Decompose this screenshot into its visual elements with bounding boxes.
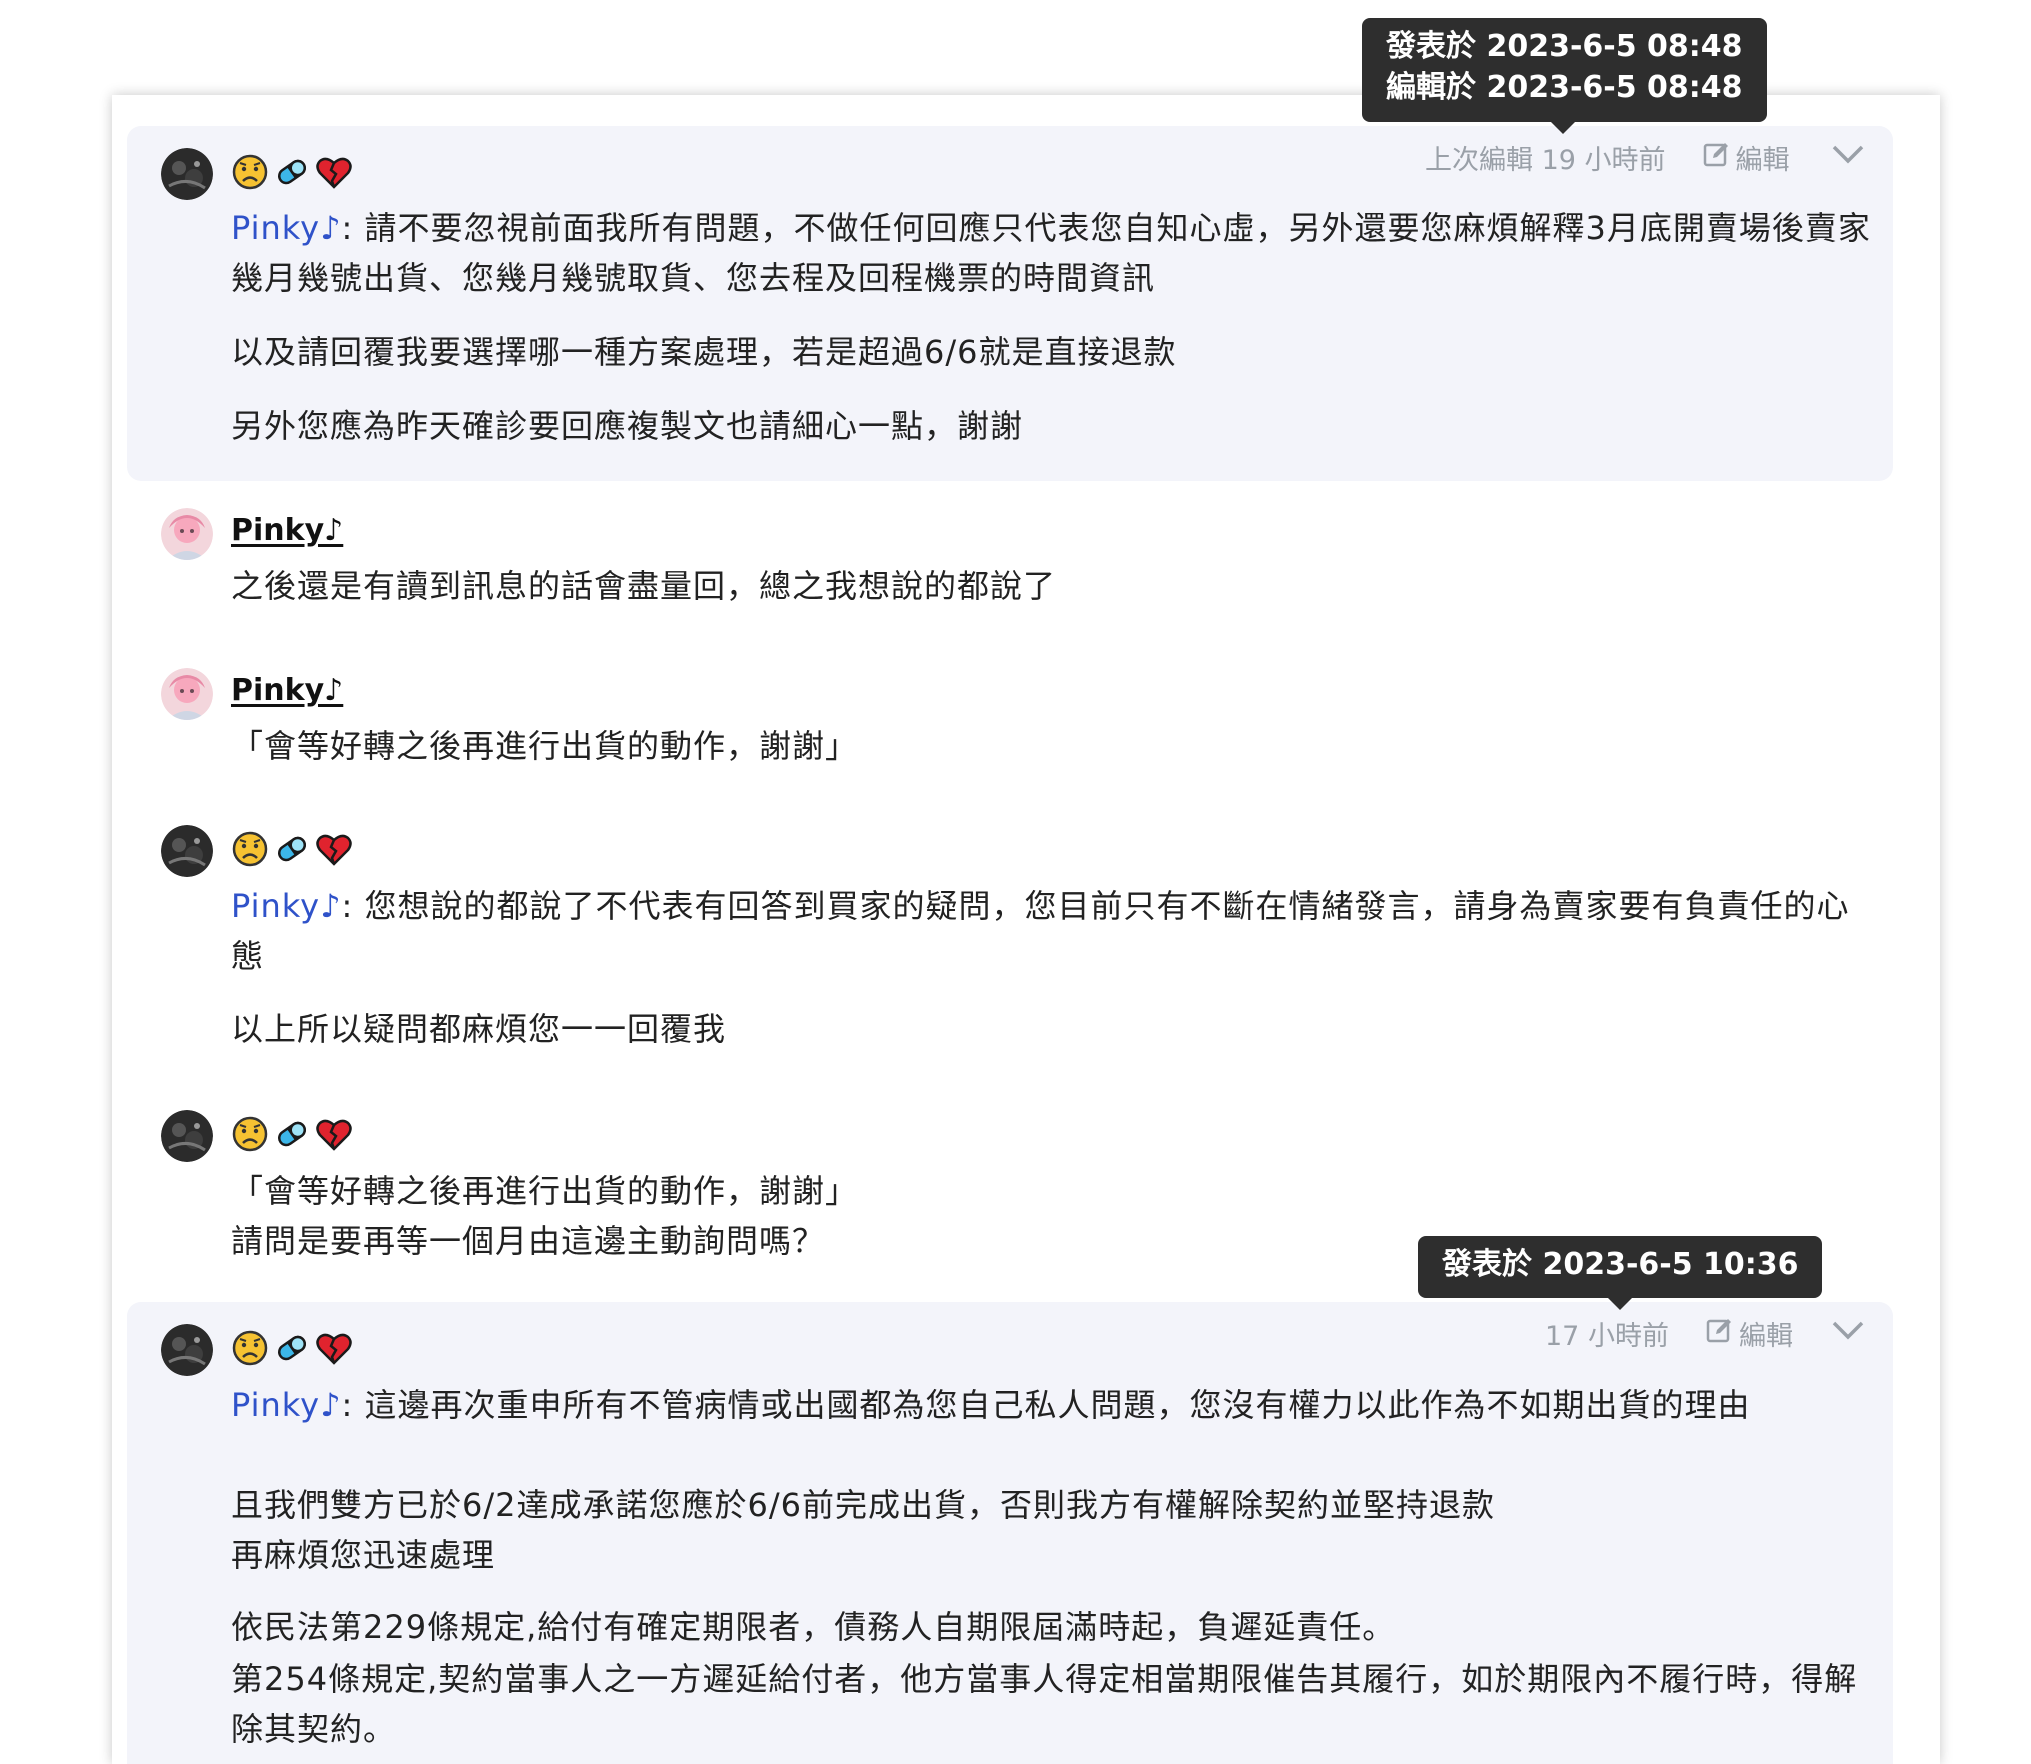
comment-meta: 上次編輯 19 小時前 編輯	[1425, 138, 1790, 177]
comment-paragraph: 另外您應為昨天確診要回應複製文也請細心一點，謝謝	[231, 407, 1024, 445]
tooltip-arrow	[1608, 1298, 1632, 1310]
sad-face-icon	[231, 1329, 269, 1367]
username-link[interactable]: Pinky♪	[231, 513, 343, 548]
comment-paragraph: 以及請回覆我要選擇哪一種方案處理，若是超過6/6就是直接退款	[231, 333, 1177, 371]
emoji-row	[231, 1114, 353, 1154]
avatar[interactable]	[161, 825, 213, 877]
sad-face-icon	[231, 830, 269, 868]
comment-paragraph: 且我們雙方已於6/2達成承諾您應於6/6前完成出貨，否則我方有權解除契約並堅持退…	[231, 1486, 1496, 1524]
mention-link[interactable]: Pinky♪	[231, 887, 342, 925]
avatar[interactable]	[161, 668, 213, 720]
tooltip-arrow	[1551, 122, 1575, 134]
timestamp-tooltip: 發表於 2023-6-5 10:36	[1418, 1236, 1822, 1310]
emoji-row	[231, 829, 353, 869]
tooltip-posted: 發表於 2023-6-5 08:48	[1386, 29, 1743, 64]
edit-button[interactable]: 編輯	[1702, 138, 1790, 177]
username-link[interactable]: Pinky♪	[231, 673, 343, 708]
comment-2: Pinky♪ 之後還是有讀到訊息的話會盡量回，總之我想說的都說了	[127, 490, 1893, 620]
pill-icon	[273, 1115, 311, 1153]
page: 上次編輯 19 小時前 編輯 Pinky♪: 請不要忽視前面我所有問題，不做任何…	[0, 0, 2031, 1764]
timestamp-tooltip: 發表於 2023-6-5 08:48 編輯於 2023-6-5 08:48	[1362, 18, 1767, 134]
sad-face-icon	[231, 153, 269, 191]
avatar[interactable]	[161, 1324, 213, 1376]
broken-heart-icon	[315, 1329, 353, 1367]
comment-paragraph: 之後還是有讀到訊息的話會盡量回，總之我想說的都說了	[231, 567, 1057, 605]
comment-paragraph: 以上所以疑問都麻煩您一一回覆我	[231, 1010, 727, 1048]
edit-label: 編輯	[1738, 1321, 1793, 1352]
timestamp[interactable]: 上次編輯 19 小時前	[1425, 138, 1666, 177]
pill-icon	[273, 153, 311, 191]
emoji-row	[231, 1328, 353, 1368]
comment-4: Pinky♪: 您想說的都說了不代表有回答到買家的疑問，您目前只有不斷在情緒發言…	[127, 815, 1893, 1065]
pill-icon	[273, 830, 311, 868]
avatar[interactable]	[161, 148, 213, 200]
edit-button[interactable]: 編輯	[1705, 1314, 1793, 1353]
comment-3: Pinky♪ 「會等好轉之後再進行出貨的動作，謝謝」	[127, 650, 1893, 780]
comment-paragraph: 依民法第229條規定,給付有確定期限者，債務人自期限屆滿時起，負遲延責任。	[231, 1608, 1396, 1646]
comment-meta: 17 小時前 編輯	[1545, 1314, 1793, 1353]
broken-heart-icon	[315, 830, 353, 868]
comment-paragraph: Pinky♪: 這邊再次重申所有不管病情或出國都為您自己私人問題，您沒有權力以此…	[231, 1386, 1751, 1424]
edit-icon	[1705, 1316, 1733, 1351]
comment-paragraph: Pinky♪: 您想說的都說了不代表有回答到買家的疑問，您目前只有不斷在情緒發言…	[231, 887, 1850, 975]
tooltip-edited: 編輯於 2023-6-5 08:48	[1386, 70, 1743, 105]
sad-face-icon	[231, 1115, 269, 1153]
broken-heart-icon	[315, 153, 353, 191]
comment-1: 上次編輯 19 小時前 編輯 Pinky♪: 請不要忽視前面我所有問題，不做任何…	[127, 126, 1893, 481]
comment-paragraph: 「會等好轉之後再進行出貨的動作，謝謝」	[231, 1172, 859, 1210]
broken-heart-icon	[315, 1115, 353, 1153]
mention-link[interactable]: Pinky♪	[231, 1386, 342, 1424]
mention-link[interactable]: Pinky♪	[231, 209, 342, 247]
chevron-down-icon[interactable]	[1831, 1318, 1865, 1342]
comment-paragraph: 「會等好轉之後再進行出貨的動作，謝謝」	[231, 727, 859, 765]
chevron-down-icon[interactable]	[1831, 142, 1865, 166]
comment-paragraph: Pinky♪: 請不要忽視前面我所有問題，不做任何回應只代表您自知心虛，另外還要…	[231, 209, 1871, 297]
timestamp[interactable]: 17 小時前	[1545, 1314, 1669, 1353]
comment-paragraph: 再麻煩您迅速處理	[231, 1536, 496, 1574]
emoji-row	[231, 152, 353, 192]
comment-6: 17 小時前 編輯 Pinky♪: 這邊再次重申所有不管病情或出國都為您自己私人…	[127, 1302, 1893, 1764]
tooltip-posted: 發表於 2023-6-5 10:36	[1442, 1247, 1799, 1282]
avatar[interactable]	[161, 1110, 213, 1162]
avatar[interactable]	[161, 508, 213, 560]
pill-icon	[273, 1329, 311, 1367]
comment-paragraph: 第254條規定,契約當事人之一方遲延給付者，他方當事人得定相當期限催告其履行，如…	[231, 1660, 1858, 1748]
edit-label: 編輯	[1735, 145, 1790, 176]
edit-icon	[1702, 140, 1730, 175]
